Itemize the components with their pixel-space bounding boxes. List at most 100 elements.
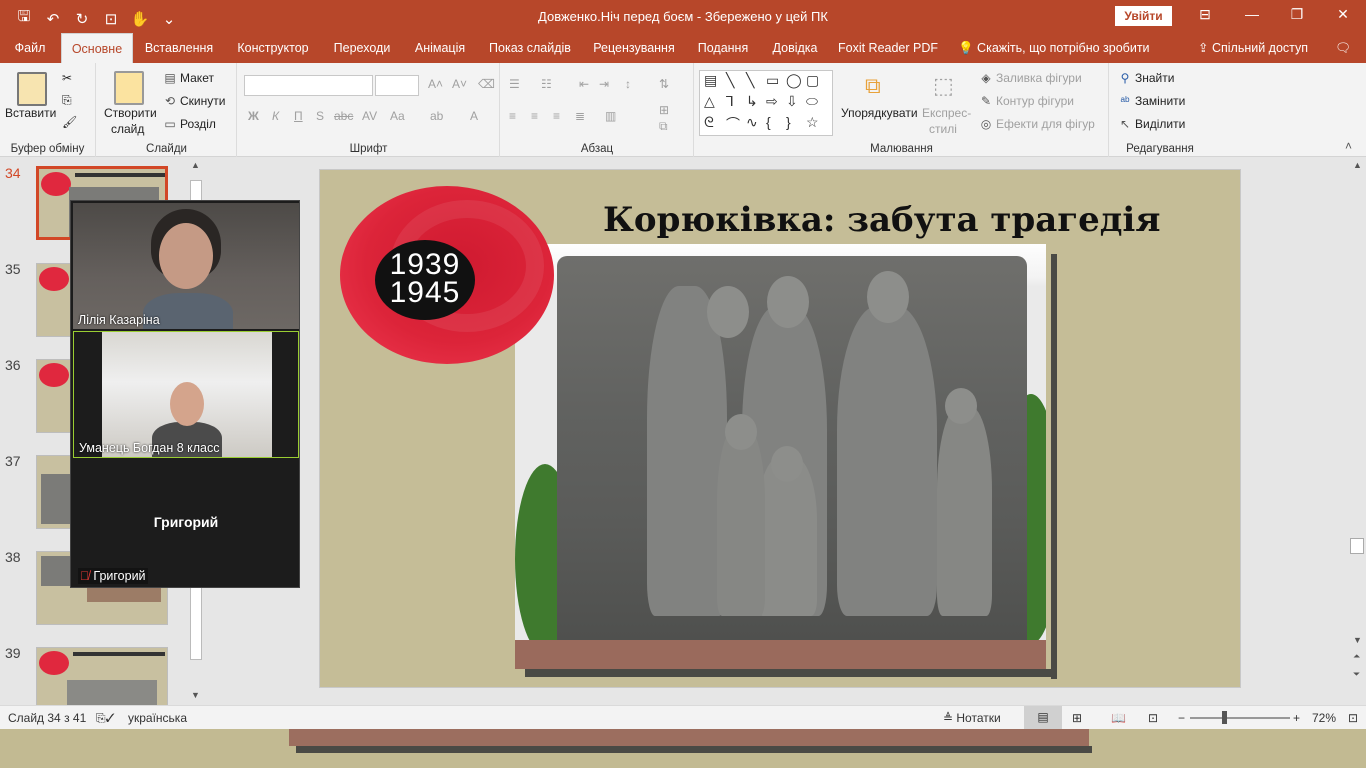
find-button[interactable]: ⚲ Знайти (1118, 71, 1175, 85)
underline-button[interactable]: П (294, 109, 303, 123)
flowchart-shape-icon[interactable]: ⬭ (806, 93, 818, 110)
elbow-connector-icon[interactable]: ↳ (746, 93, 758, 110)
right-brace-shape-icon[interactable]: } (786, 114, 791, 130)
smartart-icon[interactable]: ⧉ (659, 119, 668, 134)
align-center-icon[interactable]: ≡ (531, 109, 538, 123)
change-case-button[interactable]: Aa (390, 109, 405, 123)
font-color-icon[interactable]: A (470, 109, 478, 123)
font-size-input[interactable] (375, 75, 419, 96)
increase-font-icon[interactable]: A˄ (428, 77, 443, 91)
decrease-indent-icon[interactable]: ⇤ (579, 77, 589, 91)
ribbon-display-icon[interactable]: ⊟ (1190, 6, 1220, 23)
rounded-rect-shape-icon[interactable]: ▢ (806, 72, 819, 89)
connector-shape-icon[interactable]: ⅂ (726, 93, 734, 110)
collapse-ribbon-icon[interactable]: ˄ (1345, 139, 1352, 153)
align-right-icon[interactable]: ≡ (553, 109, 560, 123)
select-button[interactable]: ↖ Виділити (1118, 117, 1185, 131)
normal-view-icon[interactable]: ▤ (1024, 706, 1062, 729)
scrollbar-thumb[interactable] (1350, 538, 1364, 554)
columns-icon[interactable]: ▥ (605, 109, 616, 123)
reading-view-icon[interactable]: 📖 (1111, 711, 1126, 725)
next-slide-icon[interactable]: ⏷ (1353, 669, 1360, 680)
minimize-button[interactable]: — (1237, 6, 1267, 22)
close-button[interactable]: ✕ (1328, 6, 1358, 23)
clear-formatting-icon[interactable]: ⌫ (478, 77, 495, 91)
quick-styles-button-line2[interactable]: стилі (929, 122, 957, 136)
section-button[interactable]: ▭ Розділ (163, 117, 216, 131)
line-spacing-icon[interactable]: ↕ (625, 77, 631, 91)
language-indicator[interactable]: українська (128, 711, 187, 725)
triangle-shape-icon[interactable]: △ (704, 93, 715, 110)
scroll-up-icon[interactable]: ▲ (191, 160, 200, 170)
justify-icon[interactable]: ≣ (575, 109, 585, 123)
tab-design[interactable]: Конструктор (230, 33, 316, 63)
slideshow-view-icon[interactable]: ⊡ (1148, 711, 1158, 725)
numbering-icon[interactable]: ☷ (541, 77, 552, 91)
participant-video[interactable]: Лілія Казаріна (73, 203, 299, 329)
cut-icon[interactable]: ✂ (62, 71, 72, 85)
align-left-icon[interactable]: ≡ (509, 109, 516, 123)
quick-styles-icon[interactable]: ⬚ (933, 73, 954, 99)
replace-button[interactable]: ᵃᵇ Замінити (1118, 94, 1186, 108)
fit-slide-icon[interactable]: ⊡ (1348, 711, 1358, 725)
line-shape-icon[interactable]: ╲ (726, 72, 734, 89)
highlight-icon[interactable]: ab (430, 109, 443, 123)
italic-button[interactable]: К (272, 109, 279, 123)
increase-indent-icon[interactable]: ⇥ (599, 77, 609, 91)
text-direction-icon[interactable]: ⇅ (659, 77, 669, 91)
down-arrow-shape-icon[interactable]: ⇩ (786, 93, 798, 110)
tab-insert[interactable]: Вставлення (140, 33, 218, 63)
bullets-icon[interactable]: ☰ (509, 77, 520, 91)
new-slide-button[interactable]: Створити (104, 106, 157, 120)
scroll-up-icon[interactable]: ▲ (1353, 160, 1362, 170)
scroll-down-icon[interactable]: ▼ (191, 690, 200, 700)
tab-review[interactable]: Рецензування (588, 33, 680, 63)
slide-sorter-icon[interactable]: ⊞ (1072, 711, 1082, 725)
bold-button[interactable]: Ж (248, 109, 259, 123)
slide-scrollbar[interactable]: ▲ ▼ ⏶ ⏷ (1348, 157, 1366, 705)
previous-slide-icon[interactable]: ⏶ (1353, 651, 1360, 662)
participant-video[interactable]: Григорий 🎙̸ Григорий (73, 460, 299, 587)
decrease-font-icon[interactable]: A˅ (452, 77, 467, 91)
quick-styles-button[interactable]: Експрес- (922, 106, 971, 120)
line2-shape-icon[interactable]: ╲ (746, 72, 754, 89)
slide[interactable]: 1939 1945 Корюківка: забута трагедія (319, 169, 1241, 688)
zoom-slider[interactable] (1190, 717, 1290, 719)
reset-button[interactable]: ⟲ Скинути (163, 94, 225, 108)
arrange-button[interactable]: Упорядкувати (841, 106, 918, 120)
character-spacing-button[interactable]: AV (362, 109, 377, 123)
left-brace-shape-icon[interactable]: { (766, 114, 771, 130)
memorial-photo[interactable] (515, 244, 1046, 669)
spellcheck-icon[interactable]: ⎘✓ (96, 711, 115, 726)
zoom-out-icon[interactable]: − (1178, 711, 1185, 725)
font-name-input[interactable] (244, 75, 373, 96)
tab-help[interactable]: Довідка (766, 33, 824, 63)
notes-button[interactable]: ≜ Нотатки (943, 711, 1001, 725)
text-shadow-button[interactable]: S (316, 109, 324, 123)
star-shape-icon[interactable]: ☆ (806, 114, 819, 131)
tab-view[interactable]: Подання (692, 33, 754, 63)
arc-shape-icon[interactable]: ⌒ (726, 114, 740, 134)
rectangle-shape-icon[interactable]: ▭ (766, 72, 779, 89)
comments-icon[interactable]: 🗨 (1328, 33, 1358, 63)
scroll-down-icon[interactable]: ▼ (1353, 635, 1362, 645)
tab-foxit[interactable]: Foxit Reader PDF (836, 33, 940, 63)
curve-shape-icon[interactable]: ∿ (746, 114, 758, 131)
tab-slideshow[interactable]: Показ слайдів (484, 33, 576, 63)
signin-button[interactable]: Увійти (1115, 6, 1172, 26)
shapes-gallery[interactable]: ▤ ╲ ╲ ▭ ◯ ▢ △ ⅂ ↳ ⇨ ⇩ ⬭ ᘓ ⌒ ∿ { } ☆ (699, 70, 833, 136)
new-slide-icon[interactable] (114, 71, 144, 105)
tab-animations[interactable]: Анімація (408, 33, 472, 63)
format-painter-icon[interactable]: 🖌 (62, 115, 77, 129)
tab-transitions[interactable]: Переходи (328, 33, 396, 63)
tab-home[interactable]: Основне (61, 33, 133, 63)
align-text-icon[interactable]: ⊞ (659, 103, 669, 117)
shape-effects-button[interactable]: ◎ Ефекти для фігур (979, 117, 1095, 131)
shape-outline-button[interactable]: ✎ Контур фігури (979, 94, 1074, 108)
share-button[interactable]: ⇪ Спільний доступ (1198, 33, 1308, 63)
arrange-icon[interactable]: ⧉ (865, 73, 881, 99)
oval-shape-icon[interactable]: ◯ (786, 72, 802, 89)
zoom-in-icon[interactable]: + (1293, 711, 1300, 725)
freeform-shape-icon[interactable]: ᘓ (704, 114, 714, 131)
maximize-button[interactable]: ❐ (1282, 6, 1312, 23)
